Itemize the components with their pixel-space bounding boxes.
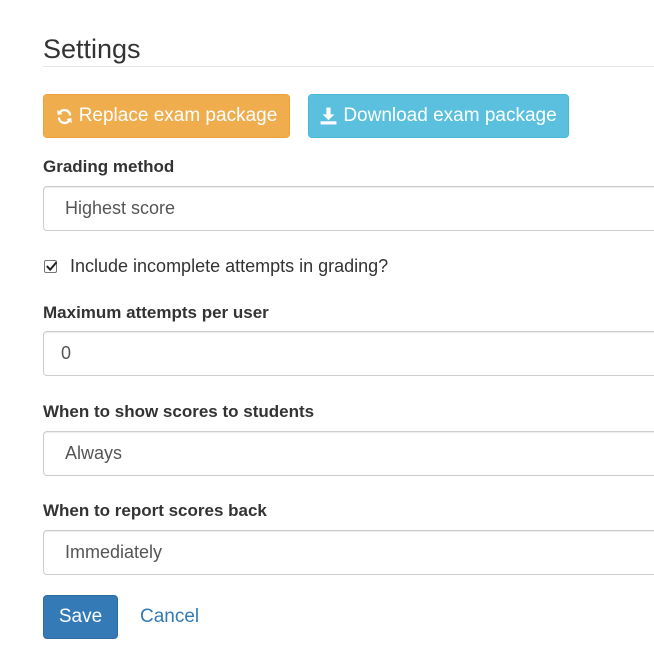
include-incomplete-row: Include incomplete attempts in grading?: [43, 254, 388, 278]
check-icon: [46, 261, 58, 271]
include-incomplete-label: Include incomplete attempts in grading?: [70, 255, 389, 276]
grading-method-value: Highest score: [65, 198, 176, 218]
include-incomplete-checkbox[interactable]: [44, 259, 58, 273]
show-scores-label: When to show scores to students: [43, 402, 315, 421]
download-icon: [320, 107, 337, 125]
grading-method-select[interactable]: Highest score: [43, 186, 654, 231]
report-scores-select[interactable]: Immediately: [43, 530, 654, 575]
cancel-link[interactable]: Cancel: [140, 595, 199, 639]
show-scores-value: Always: [65, 443, 123, 463]
page-title: Settings: [43, 34, 141, 64]
replace-exam-package-label: Replace exam package: [78, 105, 278, 126]
replace-exam-package-button[interactable]: Replace exam package: [43, 94, 290, 138]
show-scores-select[interactable]: Always: [43, 431, 654, 476]
save-button[interactable]: Save: [43, 595, 118, 639]
download-exam-package-button[interactable]: Download exam package: [308, 94, 569, 138]
report-scores-label: When to report scores back: [43, 501, 267, 520]
max-attempts-input[interactable]: [43, 331, 654, 376]
grading-method-label: Grading method: [43, 157, 175, 176]
title-divider: [43, 66, 654, 67]
report-scores-value: Immediately: [65, 542, 163, 562]
download-exam-package-label: Download exam package: [343, 105, 557, 126]
refresh-icon: [56, 108, 73, 125]
max-attempts-label: Maximum attempts per user: [43, 303, 269, 322]
